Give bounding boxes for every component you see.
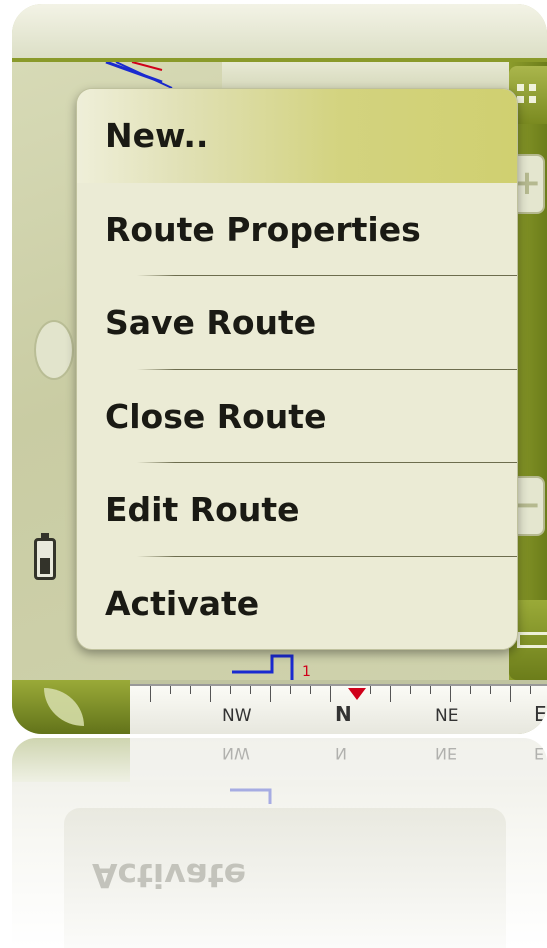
route-context-menu: New.. Route Properties Save Route Close … (76, 88, 518, 650)
reflection-label-ne: NE (435, 744, 458, 763)
menu-item-save-route[interactable]: Save Route (77, 276, 517, 370)
route-marker-label: 1 (302, 664, 311, 680)
compass-label-ne: NE (435, 706, 459, 726)
reflection-menu-text: Activate (92, 856, 247, 895)
reflection-route-segment (230, 788, 272, 804)
reflection-compass: NW N NE E (130, 738, 547, 780)
battery-icon (34, 533, 56, 580)
compass-label-e: E (534, 702, 547, 726)
compass-label-nw: NW (222, 706, 252, 726)
top-status-bar (12, 4, 547, 62)
folder-icon (517, 632, 547, 648)
menu-item-close-route[interactable]: Close Route (77, 370, 517, 464)
menu-item-new[interactable]: New.. (77, 89, 517, 183)
menu-item-route-properties[interactable]: Route Properties (77, 183, 517, 277)
menu-item-activate[interactable]: Activate (77, 557, 517, 650)
reflection-leaf-button (12, 738, 130, 782)
reflection-label-nw: NW (222, 744, 250, 763)
menu-item-edit-route[interactable]: Edit Route (77, 463, 517, 557)
reflection-label-n: N (335, 744, 347, 763)
leaf-icon (44, 688, 84, 726)
screen-reflection: NW N NE E Activate (12, 738, 547, 948)
heading-pointer-icon (348, 688, 366, 700)
compass-label-n: N (335, 702, 352, 726)
route-segment: 1 (232, 654, 311, 682)
compass-strip: NW N NE E (130, 684, 547, 734)
device-screen: + − 1 NW N NE E New.. Route Properties S… (12, 4, 547, 734)
main-menu-button[interactable] (12, 680, 130, 734)
pan-control-button[interactable] (34, 320, 74, 380)
reflection-label-e: E (534, 744, 545, 763)
